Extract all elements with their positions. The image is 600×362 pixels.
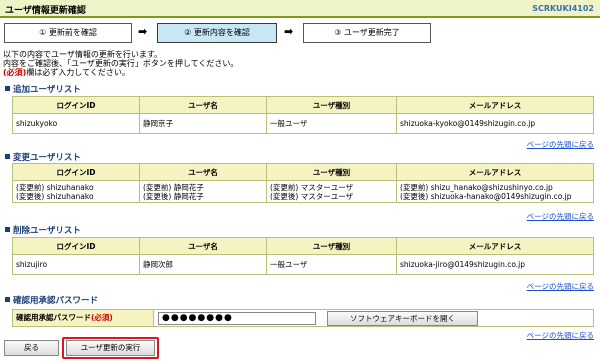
cell-mail: shizuoka-jiro@0149shizugin.co.jp [396, 254, 594, 275]
page-top-link[interactable]: ページの先頭に戻る [527, 211, 594, 222]
column-header: ユーザ種別 [266, 96, 397, 114]
add-user-table: ログインID ユーザ名 ユーザ種別 メールアドレス shizukyoko 静岡京… [12, 96, 594, 134]
section-title-change: 変更ユーザリスト [5, 151, 81, 163]
title-bar: ユーザ情報更新確認 SCRKUKI4102 [0, 0, 600, 18]
column-header: ログインID [12, 237, 140, 255]
square-bullet-icon [5, 154, 10, 159]
square-bullet-icon [5, 86, 10, 91]
instruction-line: 内容をご確認後、「ユーザ更新の実行」ボタンを押してください。 [3, 59, 239, 68]
password-label: 確認用承認パスワード(必須) [13, 310, 154, 326]
step-arrow-icon: ➡ [138, 25, 148, 38]
step-2-current: ② 更新内容を確認 [157, 23, 277, 43]
table-header-row: ログインID ユーザ名 ユーザ種別 メールアドレス [12, 237, 594, 255]
section-title-add: 追加ユーザリスト [5, 83, 81, 95]
cell-name: 静岡京子 [139, 113, 267, 134]
instructions: 以下の内容でユーザ情報の更新を行います。 内容をご確認後、「ユーザ更新の実行」ボ… [3, 50, 238, 77]
cell-login: shizukyoko [12, 113, 140, 134]
square-bullet-icon [5, 227, 10, 232]
step-3: ③ ユーザ更新完了 [303, 23, 431, 43]
password-row: 確認用承認パスワード(必須) ●●●●●●●● ソフトウェアキーボードを開く [12, 309, 594, 327]
column-header: ユーザ名 [139, 96, 267, 114]
column-header: メールアドレス [396, 163, 594, 181]
square-bullet-icon [5, 297, 10, 302]
step-indicator: ① 更新前を確認 ➡ ② 更新内容を確認 ➡ ③ ユーザ更新完了 [4, 23, 596, 45]
column-header: ログインID [12, 163, 140, 181]
column-header: ユーザ名 [139, 237, 267, 255]
step-1: ① 更新前を確認 [4, 23, 132, 43]
screen-code: SCRKUKI4102 [532, 4, 594, 13]
required-mark: (必須) [3, 68, 27, 77]
section-title-password: 確認用承認パスワード [5, 294, 98, 306]
column-header: ユーザ種別 [266, 163, 397, 181]
required-mark: (必須) [91, 313, 113, 322]
column-header: ユーザ種別 [266, 237, 397, 255]
table-row: shizujiro 静岡次郎 一般ユーザ shizuoka-jiro@0149s… [12, 254, 594, 275]
cell-type: 一般ユーザ [266, 254, 397, 275]
cell-type: (変更前) マスターユーザ (変更後) マスターユーザ [266, 180, 397, 203]
page-top-link[interactable]: ページの先頭に戻る [527, 330, 594, 341]
page-top-link[interactable]: ページの先頭に戻る [527, 281, 594, 292]
change-user-table: ログインID ユーザ名 ユーザ種別 メールアドレス (変更前) shizuhan… [12, 163, 594, 203]
instruction-line: (必須)欄は必ず入力してください。 [3, 68, 130, 77]
instruction-line: 以下の内容でユーザ情報の更新を行います。 [3, 50, 163, 59]
cell-name: (変更前) 静岡花子 (変更後) 静岡花子 [139, 180, 267, 203]
software-keyboard-button[interactable]: ソフトウェアキーボードを開く [327, 311, 478, 326]
cell-type: 一般ユーザ [266, 113, 397, 134]
cell-mail: (変更前) shizu_hanako@shizushinyo.co.jp (変更後… [396, 180, 594, 203]
cell-login: shizujiro [12, 254, 140, 275]
execute-update-button[interactable]: ユーザ更新の実行 [66, 340, 155, 356]
password-input[interactable]: ●●●●●●●● [158, 312, 316, 325]
page-title: ユーザ情報更新確認 [5, 6, 86, 16]
column-header: メールアドレス [396, 237, 594, 255]
table-header-row: ログインID ユーザ名 ユーザ種別 メールアドレス [12, 96, 594, 114]
table-row: (変更前) shizuhanako (変更後) shizuhanako (変更前)… [12, 180, 594, 203]
cell-mail: shizuoka-kyoko@0149shizugin.co.jp [396, 113, 594, 134]
step-arrow-icon: ➡ [284, 25, 294, 38]
cell-name: 静岡次郎 [139, 254, 267, 275]
table-row: shizukyoko 静岡京子 一般ユーザ shizuoka-kyoko@014… [12, 113, 594, 134]
page-top-link[interactable]: ページの先頭に戻る [527, 139, 594, 150]
column-header: メールアドレス [396, 96, 594, 114]
cell-login: (変更前) shizuhanako (変更後) shizuhanako [12, 180, 140, 203]
column-header: ログインID [12, 96, 140, 114]
section-title-delete: 削除ユーザリスト [5, 224, 81, 236]
table-header-row: ログインID ユーザ名 ユーザ種別 メールアドレス [12, 163, 594, 181]
delete-user-table: ログインID ユーザ名 ユーザ種別 メールアドレス shizujiro 静岡次郎… [12, 237, 594, 275]
back-button[interactable]: 戻る [4, 340, 59, 356]
column-header: ユーザ名 [139, 163, 267, 181]
